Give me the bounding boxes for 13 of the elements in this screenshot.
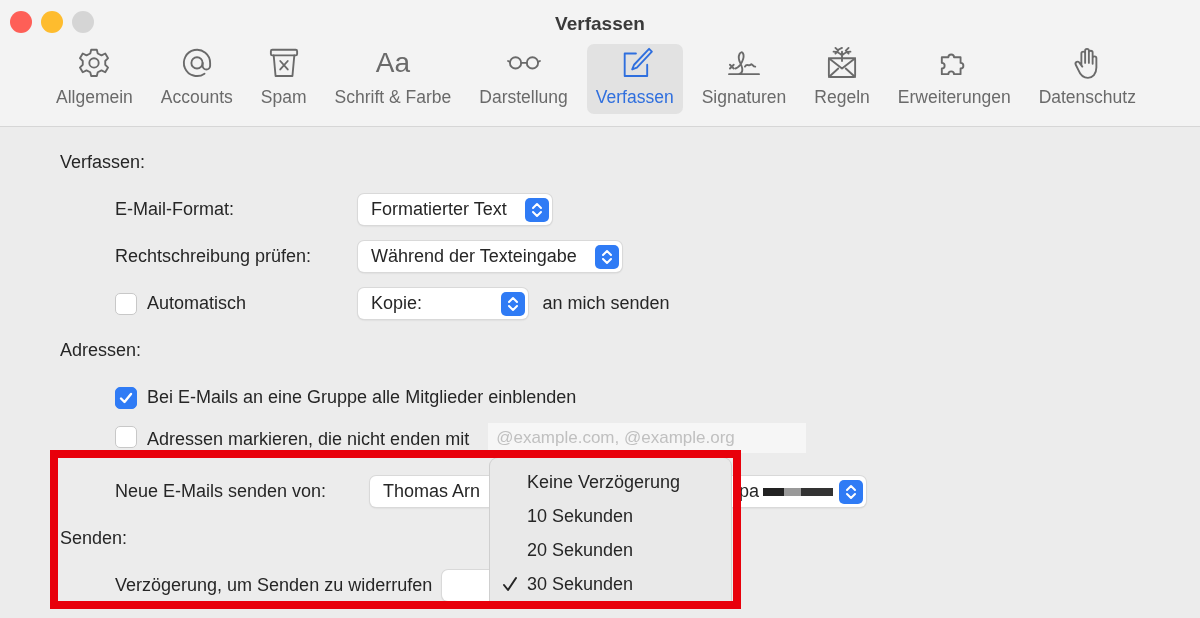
- section-heading: Adressen:: [60, 339, 142, 362]
- section-heading: Verfassen:: [60, 151, 146, 174]
- field-label: Neue E-Mails senden von:: [115, 480, 328, 503]
- checkbox-label: Bei E-Mails an eine Gruppe alle Mitglieder einblenden: [147, 386, 577, 409]
- field-label: Rechtschreibung prüfen:: [115, 245, 313, 268]
- checkbox-label: Adressen markieren, die nicht enden mit: [147, 428, 470, 451]
- field-label: E-Mail-Format:: [115, 198, 235, 221]
- section-heading: Senden:: [60, 527, 128, 550]
- letters-icon: Aa: [375, 46, 411, 80]
- field-label: an mich senden: [542, 292, 670, 315]
- window-title: Verfassen: [555, 13, 645, 34]
- checkbox-label: Automatisch: [147, 292, 248, 315]
- field-label: Verzögerung, um Senden zu widerrufen: [115, 574, 433, 597]
